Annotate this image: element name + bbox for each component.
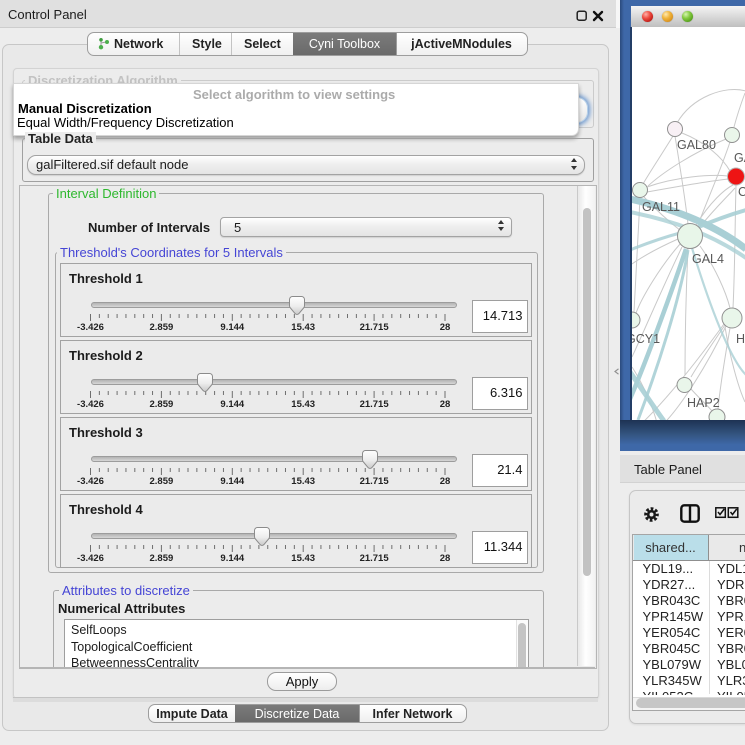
svg-text:GAL11: GAL11 <box>642 200 680 214</box>
svg-text:H: H <box>736 332 745 346</box>
svg-text:C: C <box>738 185 745 199</box>
svg-text:HAP2: HAP2 <box>687 396 720 410</box>
svg-text:GAL80: GAL80 <box>677 138 716 152</box>
svg-text:GCY1: GCY1 <box>632 332 660 346</box>
svg-text:GAL4: GAL4 <box>692 252 724 266</box>
svg-text:GA: GA <box>734 151 745 165</box>
